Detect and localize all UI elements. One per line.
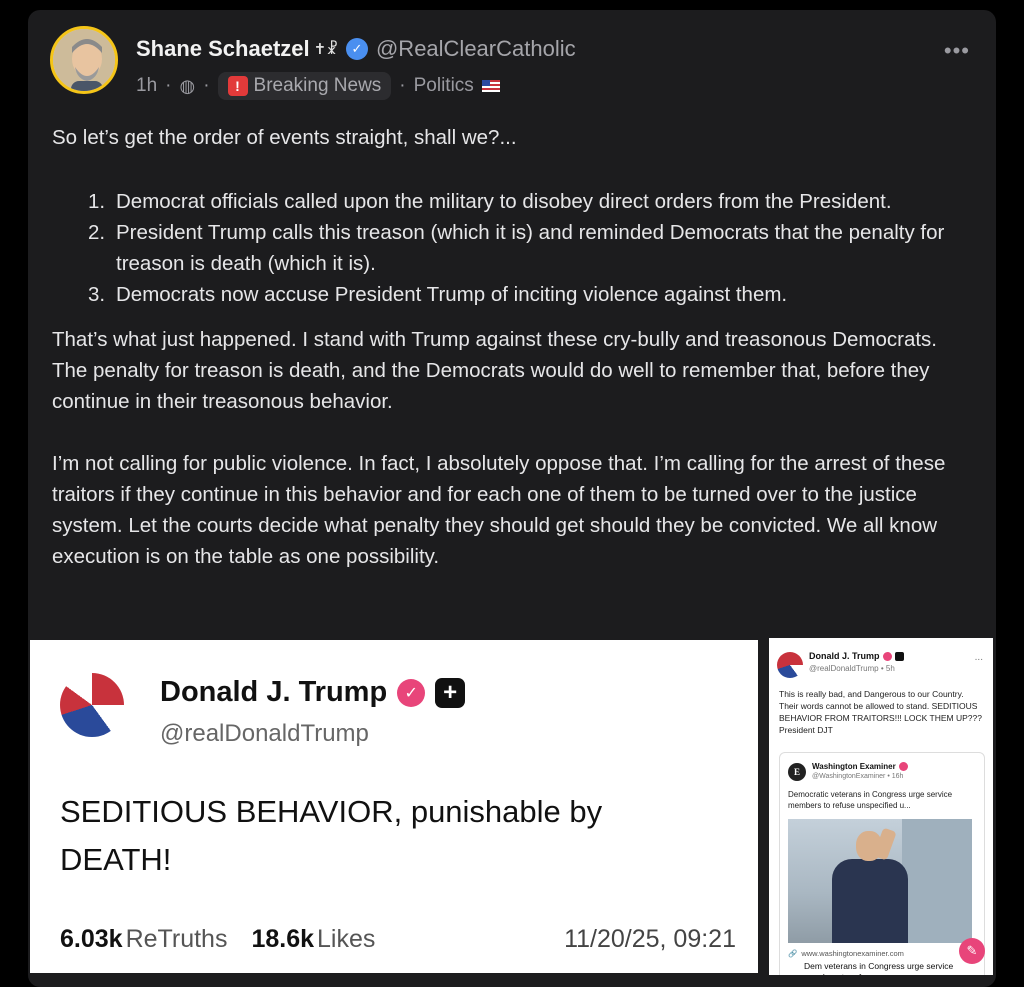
small-author-handle: @realDonaldTrump • 5h <box>809 664 895 673</box>
author-symbols: ✝☧ <box>313 41 338 58</box>
list-item: 3. Democrats now accuse President Trump … <box>88 279 972 310</box>
retruths-label: ReTruths <box>125 925 228 953</box>
embed-datetime: 11/20/25, 09:21 <box>564 925 736 953</box>
group-label: Breaking News <box>253 75 382 96</box>
globe-icon: ◍ <box>179 75 196 96</box>
list-text: President Trump calls this treason (whic… <box>116 221 945 275</box>
likes-count: 18.6k <box>251 925 315 953</box>
author-row: Shane Schaetzel ✝☧ ✓ @RealClearCatholic <box>136 36 576 62</box>
washington-examiner-logo-icon: E <box>788 763 806 781</box>
quoted-post: E Washington Examiner @WashingtonExamine… <box>779 752 985 975</box>
post-card: Shane Schaetzel ✝☧ ✓ @RealClearCatholic … <box>28 10 996 987</box>
avatar-cartoon-icon <box>53 29 115 91</box>
quoted-text: Democratic veterans in Congress urge ser… <box>788 790 953 810</box>
verified-icon: ✓ <box>397 678 426 707</box>
list-number: 2. <box>88 221 106 244</box>
meta-separator: · <box>165 75 172 96</box>
more-options-icon[interactable]: ••• <box>944 38 970 64</box>
verified-icon: ✓ <box>345 38 368 60</box>
small-post-text: This is really bad, and Dangerous to our… <box>779 689 982 735</box>
verified-icon <box>898 762 908 771</box>
trump-avatar <box>60 673 124 737</box>
embed-post-text: SEDITIOUS BEHAVIOR, punishable by DEATH! <box>60 794 603 877</box>
small-author-row: Donald J. Trump <box>809 651 904 661</box>
author-name[interactable]: Shane Schaetzel <box>136 36 310 62</box>
embed-author-name: Donald J. Trump <box>160 676 388 708</box>
quoted-author-name: Washington Examiner <box>812 762 896 771</box>
link-url: www.washingtonexaminer.com <box>801 949 904 958</box>
quoted-author-row: Washington Examiner <box>812 762 908 771</box>
events-list: 1. Democrat officials called upon the mi… <box>88 186 972 310</box>
retruths-count: 6.03k <box>60 925 123 953</box>
list-number: 1. <box>88 190 106 213</box>
post-meta: 1h · ◍ · ! Breaking News · Politics <box>136 72 500 100</box>
list-item: 1. Democrat officials called upon the mi… <box>88 186 972 217</box>
post-paragraph: I’m not calling for public violence. In … <box>52 452 946 568</box>
plus-icon <box>894 651 904 661</box>
author-avatar[interactable] <box>50 26 118 94</box>
group-pill[interactable]: ! Breaking News <box>217 72 392 100</box>
post-intro: So let’s get the order of events straigh… <box>52 126 517 149</box>
embed-author-handle: @realDonaldTrump <box>160 720 369 747</box>
author-handle[interactable]: @RealClearCatholic <box>376 36 576 62</box>
small-more-icon: ... <box>974 652 983 663</box>
quoted-author-handle: @WashingtonExaminer • 16h <box>812 773 904 780</box>
post-paragraph: That’s what just happened. I stand with … <box>52 328 938 413</box>
embedded-image-truth-post-small[interactable]: Donald J. Trump @realDonaldTrump • 5h ..… <box>769 638 993 975</box>
post-time[interactable]: 1h <box>136 75 157 97</box>
list-text: Democrats now accuse President Trump of … <box>116 283 788 306</box>
quoted-photo <box>788 819 972 943</box>
verified-icon <box>882 651 892 661</box>
category-label[interactable]: Politics <box>414 75 474 97</box>
embedded-image-truth-post[interactable]: Donald J. Trump ✓ + @realDonaldTrump SED… <box>30 640 758 973</box>
list-number: 3. <box>88 283 106 306</box>
list-item: 2. President Trump calls this treason (w… <box>88 217 972 279</box>
breaking-news-icon: ! <box>227 76 248 96</box>
plus-icon: + <box>435 677 466 708</box>
meta-separator: · <box>399 75 406 96</box>
embed-author-row: Donald J. Trump ✓ + <box>160 676 466 709</box>
small-author-name: Donald J. Trump <box>809 651 880 661</box>
link-title: Dem veterans in Congress urge service me… <box>804 961 954 975</box>
post-body: So let’s get the order of events straigh… <box>52 122 972 572</box>
quoted-link: 🔗 www.washingtonexaminer.com <box>788 949 904 958</box>
trump-avatar-small <box>777 652 803 678</box>
list-text: Democrat officials called upon the milit… <box>116 190 892 213</box>
embed-stats: 6.03k ReTruths 18.6k Likes <box>60 925 375 954</box>
us-flag-icon <box>481 80 500 92</box>
link-icon: 🔗 <box>788 949 798 958</box>
photo-person-body <box>832 859 908 943</box>
likes-label: Likes <box>317 925 376 953</box>
photo-building <box>902 819 972 943</box>
compose-icon: ✎ <box>959 938 985 964</box>
meta-separator: · <box>203 75 210 96</box>
